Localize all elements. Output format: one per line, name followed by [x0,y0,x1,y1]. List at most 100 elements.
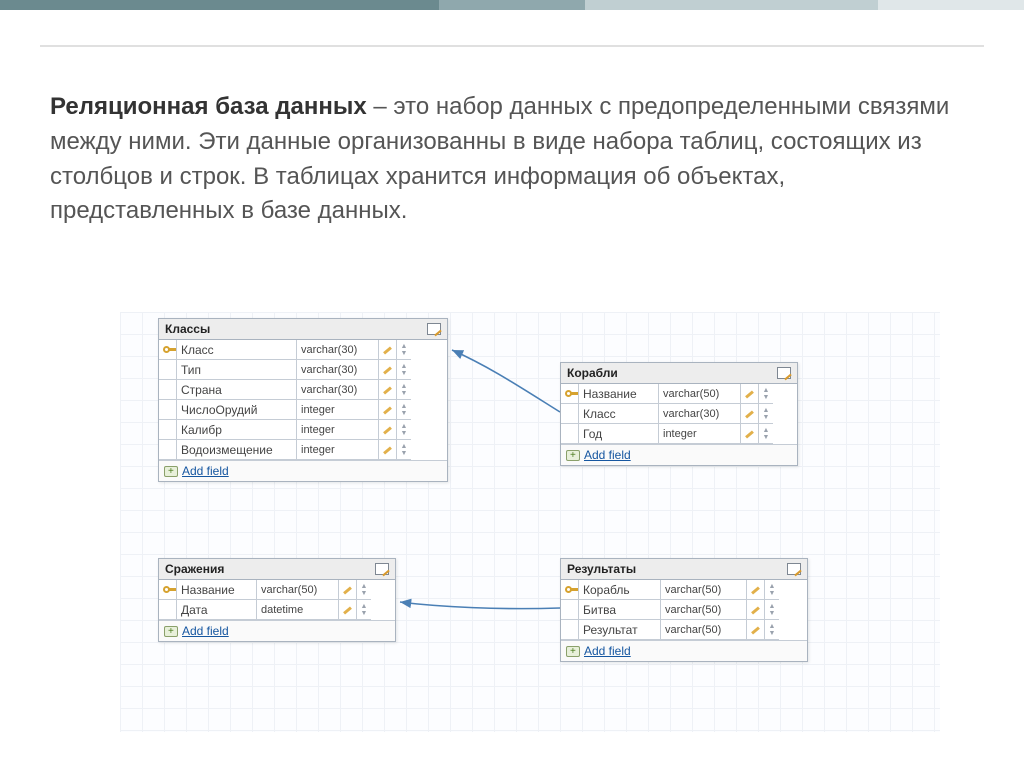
key-cell [561,620,579,640]
table-rezultaty[interactable]: Результаты Корабльvarchar(50)Битваvarcha… [560,558,808,662]
add-field-link[interactable]: Add field [182,464,229,478]
add-field-link[interactable]: Add field [584,448,631,462]
field-name: Водоизмещение [177,440,297,460]
field-name: Класс [177,340,297,360]
reorder-cell[interactable] [397,340,411,360]
move-down-icon [769,590,776,597]
add-field-link[interactable]: Add field [182,624,229,638]
move-up-icon [401,363,408,370]
field-type: varchar(50) [659,384,741,404]
key-cell [159,380,177,400]
move-up-icon [769,603,776,610]
field-type: varchar(30) [297,360,379,380]
edit-field-cell[interactable] [379,440,397,460]
move-up-icon [361,603,368,610]
key-cell [561,424,579,444]
edit-field-cell[interactable] [741,384,759,404]
move-up-icon [763,407,770,414]
move-up-icon [763,387,770,394]
field-row[interactable]: Типvarchar(30) [159,360,447,380]
field-row[interactable]: Классvarchar(30) [561,404,797,424]
move-down-icon [763,414,770,421]
field-row[interactable]: Названиеvarchar(50) [159,580,395,600]
edit-field-cell[interactable] [741,424,759,444]
edit-table-icon[interactable] [375,563,389,575]
edit-field-cell[interactable] [379,380,397,400]
key-cell [159,340,177,360]
reorder-cell[interactable] [397,400,411,420]
add-field-icon[interactable] [566,450,580,461]
add-field-icon[interactable] [164,466,178,477]
table-srazheniya[interactable]: Сражения Названиеvarchar(50)Датаdatetime… [158,558,396,642]
edit-field-cell[interactable] [379,340,397,360]
table-korabli[interactable]: Корабли Названиеvarchar(50)Классvarchar(… [560,362,798,466]
move-down-icon [401,430,408,437]
field-row[interactable]: Названиеvarchar(50) [561,384,797,404]
edit-table-icon[interactable] [777,367,791,379]
field-row[interactable]: Результатvarchar(50) [561,620,807,640]
edit-table-icon[interactable] [427,323,441,335]
table-header[interactable]: Результаты [561,559,807,580]
field-row[interactable]: Годinteger [561,424,797,444]
field-row[interactable]: Калибрinteger [159,420,447,440]
table-rows: Классvarchar(30)Типvarchar(30)Странаvarc… [159,340,447,460]
table-header[interactable]: Корабли [561,363,797,384]
add-field-icon[interactable] [164,626,178,637]
field-row[interactable]: Водоизмещениеinteger [159,440,447,460]
key-cell [561,580,579,600]
reorder-cell[interactable] [765,620,779,640]
table-klassy[interactable]: Классы Классvarchar(30)Типvarchar(30)Стр… [158,318,448,482]
field-row[interactable]: Битваvarchar(50) [561,600,807,620]
reorder-cell[interactable] [765,600,779,620]
table-header[interactable]: Классы [159,319,447,340]
edit-field-cell[interactable] [379,420,397,440]
move-down-icon [401,350,408,357]
edit-field-cell[interactable] [339,600,357,620]
primary-key-icon [565,585,574,594]
field-row[interactable]: ЧислоОрудийinteger [159,400,447,420]
add-field-row[interactable]: Add field [561,640,807,661]
er-diagram: Классы Классvarchar(30)Типvarchar(30)Стр… [120,312,940,732]
field-name: Год [579,424,659,444]
edit-table-icon[interactable] [787,563,801,575]
move-down-icon [401,390,408,397]
reorder-cell[interactable] [397,440,411,460]
add-field-icon[interactable] [566,646,580,657]
reorder-cell[interactable] [357,600,371,620]
field-type: datetime [257,600,339,620]
reorder-cell[interactable] [397,360,411,380]
field-name: Тип [177,360,297,380]
add-field-row[interactable]: Add field [561,444,797,465]
reorder-cell[interactable] [397,420,411,440]
reorder-cell[interactable] [397,380,411,400]
pencil-icon [343,605,352,615]
table-header[interactable]: Сражения [159,559,395,580]
edit-field-cell[interactable] [747,620,765,640]
edit-field-cell[interactable] [747,600,765,620]
key-cell [159,600,177,620]
field-name: Корабль [579,580,661,600]
add-field-row[interactable]: Add field [159,620,395,641]
key-cell [159,580,177,600]
field-row[interactable]: Датаdatetime [159,600,395,620]
field-row[interactable]: Странаvarchar(30) [159,380,447,400]
edit-field-cell[interactable] [379,400,397,420]
table-title: Результаты [567,562,636,576]
reorder-cell[interactable] [759,404,773,424]
reorder-cell[interactable] [759,384,773,404]
edit-field-cell[interactable] [379,360,397,380]
reorder-cell[interactable] [765,580,779,600]
reorder-cell[interactable] [759,424,773,444]
add-field-row[interactable]: Add field [159,460,447,481]
field-row[interactable]: Корабльvarchar(50) [561,580,807,600]
term-bold: Реляционная база данных [50,93,367,120]
field-row[interactable]: Классvarchar(30) [159,340,447,360]
reorder-cell[interactable] [357,580,371,600]
move-up-icon [401,343,408,350]
add-field-link[interactable]: Add field [584,644,631,658]
move-down-icon [769,610,776,617]
edit-field-cell[interactable] [741,404,759,424]
edit-field-cell[interactable] [747,580,765,600]
move-up-icon [401,383,408,390]
edit-field-cell[interactable] [339,580,357,600]
